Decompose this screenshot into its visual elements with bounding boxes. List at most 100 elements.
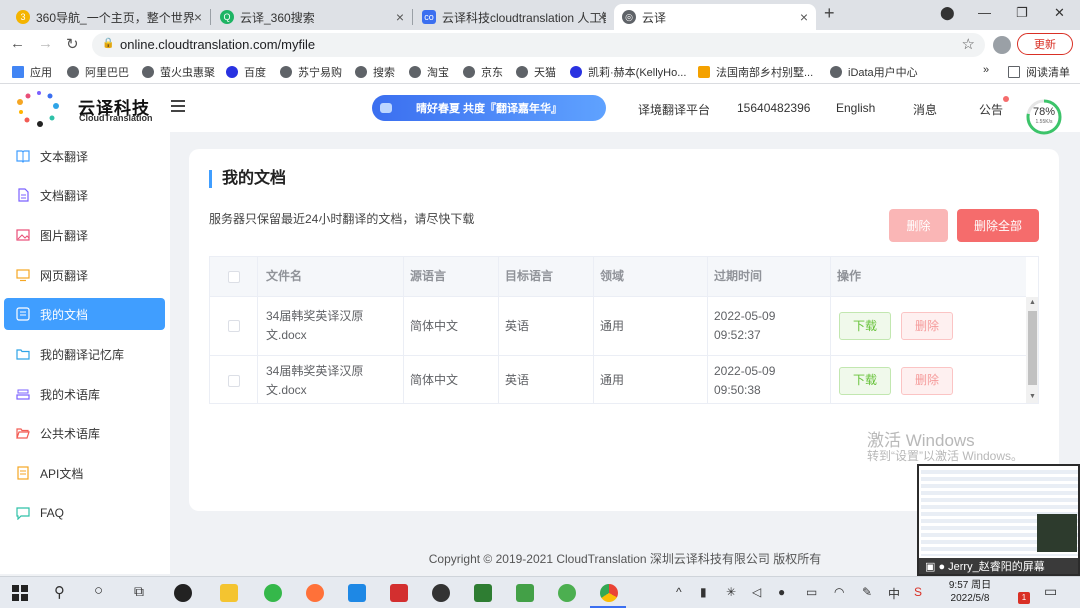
table-scrollbar[interactable]: ▲ ▼ [1026, 297, 1038, 403]
new-tab-button[interactable]: + [824, 3, 835, 24]
lock-icon: 🔒 [102, 38, 115, 49]
forward-icon[interactable]: → [38, 35, 53, 52]
scrollbar-thumb[interactable] [1028, 311, 1037, 385]
bookmark-item[interactable]: 天猫 [516, 64, 556, 80]
sidebar-item-translation-memory[interactable]: 我的翻译记忆库 [4, 338, 165, 370]
cloudtranslation-logo-icon[interactable] [12, 88, 66, 128]
battery-icon[interactable]: ▭ [806, 585, 817, 599]
file-explorer-icon[interactable] [220, 584, 238, 602]
close-icon[interactable]: × [598, 9, 606, 25]
wifi-icon[interactable]: ◠ [834, 585, 844, 599]
delete-row-button[interactable]: 删除 [901, 366, 953, 395]
screen-share-thumbnail[interactable]: ▣ ● Jerry_赵睿阳的屏幕 [917, 464, 1080, 576]
bookmark-star-icon[interactable]: ☆ [962, 35, 975, 53]
task-view-icon[interactable]: ⧉ [134, 583, 144, 600]
delete-all-button[interactable]: 删除全部 [957, 209, 1039, 242]
close-window-icon[interactable]: ✕ [1054, 5, 1065, 21]
tab-360nav[interactable]: 3 360导航_一个主页，整个世界 × [8, 4, 210, 30]
tray-360-icon[interactable]: ● [778, 585, 785, 599]
search-icon[interactable]: ⚲ [54, 583, 65, 601]
baidu-icon [570, 66, 582, 78]
sidebar-item-my-termbase[interactable]: 我的术语库 [4, 378, 165, 410]
sidebar-item-label: API文档 [40, 466, 84, 481]
update-button[interactable]: 更新 [1017, 33, 1073, 55]
cortana-icon[interactable]: ○ [94, 582, 103, 599]
bookmark-apps[interactable]: 应用 [12, 64, 52, 80]
bookmark-item[interactable]: 苏宁易购 [280, 64, 342, 80]
chrome-icon[interactable] [600, 584, 618, 602]
bookmark-item[interactable]: 萤火虫惠聚 [142, 64, 215, 80]
notification-center-icon[interactable]: ▭ [1044, 583, 1057, 600]
wechat-icon[interactable] [558, 584, 576, 602]
bookmark-item[interactable]: 阿里巴巴 [67, 64, 129, 80]
sogou-icon[interactable]: S [914, 585, 922, 599]
row-checkbox[interactable] [227, 320, 240, 332]
tab-cloudtranslation[interactable]: co 云译科技cloudtranslation 人工智能 × [414, 4, 614, 30]
download-button[interactable]: 下载 [839, 312, 891, 340]
scroll-down-icon[interactable]: ▼ [1029, 393, 1036, 400]
address-bar[interactable]: 🔒 online.cloudtranslation.com/myfile ☆ [92, 33, 985, 57]
back-icon[interactable]: ← [10, 35, 25, 52]
nav-platform[interactable]: 译境翻译平台 [638, 101, 710, 118]
sidebar-item-public-termbase[interactable]: 公共术语库 [4, 417, 165, 449]
ime-indicator[interactable]: 中 [888, 585, 900, 602]
sidebar-item-faq[interactable]: FAQ [4, 497, 165, 529]
close-icon[interactable]: × [194, 9, 202, 25]
tray-overflow-icon[interactable]: ^ [676, 585, 682, 599]
tab-360search[interactable]: Q 云译_360搜索 × [212, 4, 412, 30]
profile-avatar[interactable] [993, 36, 1011, 54]
sidebar-item-image-translation[interactable]: 图片翻译 [4, 219, 165, 251]
promo-banner[interactable]: 晴好春夏 共度『翻译嘉年华』 [372, 95, 606, 121]
bookmark-item[interactable]: 百度 [226, 64, 266, 80]
app-icon-1[interactable] [174, 584, 192, 602]
nav-account[interactable]: 15640482396 [737, 101, 810, 115]
bookmark-item[interactable]: 法国南部乡村别墅... [698, 64, 813, 80]
download-button[interactable]: 下载 [839, 366, 891, 395]
bookmarks-overflow[interactable]: » [983, 64, 989, 76]
row-checkbox[interactable] [227, 374, 240, 387]
select-all-checkbox[interactable] [227, 270, 240, 283]
monitor-icon [16, 268, 30, 282]
firefox-icon[interactable] [306, 584, 324, 602]
bookmark-item[interactable]: 搜索 [355, 64, 395, 80]
sidebar-item-label: 文档翻译 [40, 188, 89, 203]
bookmark-item[interactable]: 淘宝 [409, 64, 449, 80]
restore-icon[interactable]: ❐ [1016, 5, 1028, 21]
tray-app-icon[interactable]: ✳ [726, 585, 736, 599]
reading-list[interactable]: 阅读清单 [1008, 64, 1070, 80]
app-icon-3[interactable] [474, 584, 492, 602]
delete-row-button[interactable]: 删除 [901, 312, 953, 340]
browser-tab-strip: 3 360导航_一个主页，整个世界 × Q 云译_360搜索 × co 云译科技… [0, 0, 1080, 30]
usb-icon[interactable]: ▮ [700, 585, 707, 599]
network-speed-gauge[interactable]: 78% 1.55K/s [1025, 98, 1063, 136]
photos-icon[interactable] [348, 584, 366, 602]
windows-start-icon[interactable] [12, 585, 28, 601]
nav-language[interactable]: English [836, 101, 875, 115]
sidebar-item-my-documents[interactable]: 我的文档 [4, 298, 165, 330]
close-icon[interactable]: × [396, 9, 404, 25]
vivaldi-icon[interactable] [390, 584, 408, 602]
bookmark-item[interactable]: 京东 [463, 64, 503, 80]
edge-legacy-icon[interactable] [264, 584, 282, 602]
sidebar-item-text-translation[interactable]: 文本翻译 [4, 140, 165, 172]
sidebar-item-document-translation[interactable]: 文档翻译 [4, 179, 165, 211]
minimize-icon[interactable]: — [978, 5, 991, 20]
tab-yunyi[interactable]: ◎ 云译 × [614, 4, 816, 30]
sidebar-item-web-translation[interactable]: 网页翻译 [4, 259, 165, 291]
tab-search-icon[interactable]: ⬤ [940, 5, 955, 21]
delete-selected-button[interactable]: 删除 [889, 209, 948, 242]
bookmark-item[interactable]: 凯莉·赫本(KellyHo... [570, 64, 686, 80]
nav-announcements[interactable]: 公告 [979, 101, 1003, 118]
app-icon-2[interactable] [432, 584, 450, 602]
scroll-up-icon[interactable]: ▲ [1029, 299, 1036, 306]
pen-icon[interactable]: ✎ [862, 585, 872, 599]
nav-messages[interactable]: 消息 [913, 101, 937, 118]
app-icon-4[interactable] [516, 584, 534, 602]
reload-icon[interactable]: ↻ [66, 35, 79, 53]
bookmark-item[interactable]: iData用户中心 [830, 64, 918, 80]
clock[interactable]: 9:57 周日 2022/5/8 [944, 579, 996, 605]
menu-toggle-icon[interactable] [171, 100, 185, 112]
volume-icon[interactable]: ◁ [752, 585, 761, 599]
close-icon[interactable]: × [800, 9, 808, 25]
sidebar-item-api-docs[interactable]: API文档 [4, 457, 165, 489]
